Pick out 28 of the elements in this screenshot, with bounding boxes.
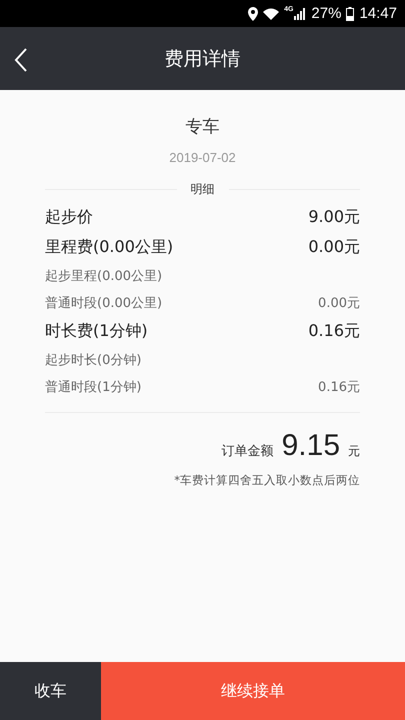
total-label: 订单金额 — [222, 443, 274, 460]
location-icon — [248, 6, 258, 20]
battery-icon — [346, 6, 354, 20]
fee-label: 起步里程(0.00公里) — [45, 268, 162, 284]
fee-label: 时长费(1分钟) — [45, 320, 148, 342]
back-icon — [14, 48, 28, 72]
fee-label: 起步时长(0分钟) — [45, 352, 142, 368]
fee-amount: 0.16元 — [318, 378, 360, 396]
fee-label: 普通时段(0.00公里) — [45, 294, 162, 312]
wifi-icon — [263, 8, 280, 20]
section-title: 明细 — [190, 181, 214, 198]
fee-label: 里程费(0.00公里) — [45, 236, 174, 258]
fee-amount: 9.00元 — [308, 206, 360, 228]
total-amount: 9.15 — [282, 429, 340, 463]
fee-amount: 0.16元 — [308, 320, 360, 342]
clock: 14:47 — [359, 5, 397, 22]
service-type: 专车 — [184, 116, 220, 138]
fee-amount: 0.00元 — [318, 294, 360, 312]
fee-label: 普通时段(1分钟) — [45, 378, 142, 396]
order-date: 2019-07-02 — [168, 150, 237, 165]
currency-unit: 元 — [348, 443, 360, 460]
page-title: 费用详情 — [164, 46, 240, 72]
stop-button[interactable]: 收车 — [0, 662, 101, 720]
signal-icon — [294, 8, 306, 20]
fee-amount: 0.00元 — [308, 236, 360, 258]
fee-label: 起步价 — [45, 206, 93, 228]
rounding-note: *车费计算四舍五入取小数点后两位 — [173, 473, 360, 488]
battery-percent: 27% — [311, 5, 342, 22]
